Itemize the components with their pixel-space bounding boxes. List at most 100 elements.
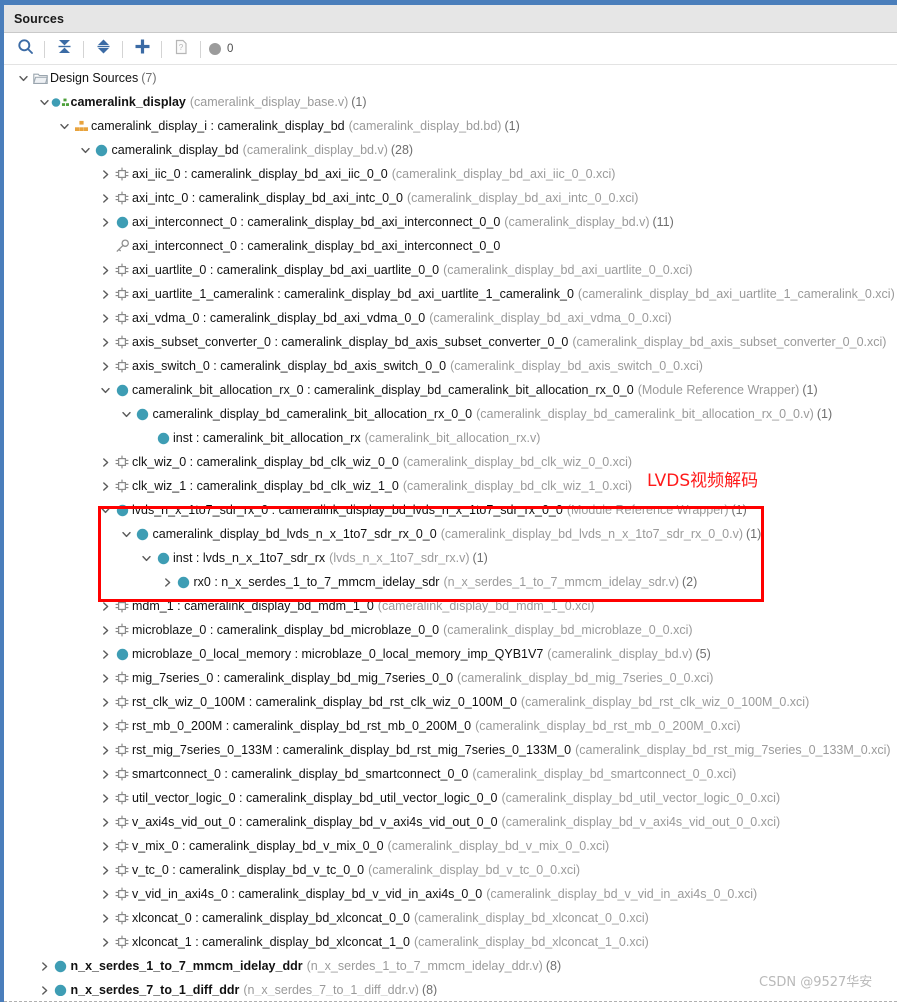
tree-row-name: xlconcat_0 : cameralink_display_bd_xlcon… [132, 911, 410, 925]
ip-core-icon [112, 258, 132, 282]
chevron-right-icon[interactable] [99, 618, 112, 642]
chevron-right-icon[interactable] [38, 978, 51, 996]
tree-row[interactable]: clk_wiz_0 : cameralink_display_bd_clk_wi… [4, 450, 897, 474]
chevron-right-icon[interactable] [99, 258, 112, 282]
tree-row[interactable]: mig_7series_0 : cameralink_display_bd_mi… [4, 666, 897, 690]
tree-row[interactable]: microblaze_0_local_memory : microblaze_0… [4, 642, 897, 666]
tree-row[interactable]: util_vector_logic_0 : cameralink_display… [4, 786, 897, 810]
tree-row-name: inst : cameralink_bit_allocation_rx [173, 431, 361, 445]
tree-row[interactable]: axi_uartlite_0 : cameralink_display_bd_a… [4, 258, 897, 282]
tree-row[interactable]: xlconcat_0 : cameralink_display_bd_xlcon… [4, 906, 897, 930]
chevron-down-icon[interactable] [120, 402, 133, 426]
tree-row-count: (8) [545, 959, 562, 973]
tree-row[interactable]: clk_wiz_1 : cameralink_display_bd_clk_wi… [4, 474, 897, 498]
chevron-right-icon[interactable] [99, 354, 112, 378]
tree-row[interactable]: rst_mig_7series_0_133M : cameralink_disp… [4, 738, 897, 762]
ip-core-icon [112, 282, 132, 306]
tree-row-source-file: (cameralink_display_base.v) [189, 95, 349, 109]
tree-row[interactable]: cameralink_display_i : cameralink_displa… [4, 114, 897, 138]
chevron-right-icon[interactable] [99, 738, 112, 762]
expand-all-button[interactable] [90, 36, 116, 62]
chevron-down-icon[interactable] [99, 498, 112, 522]
tree-row[interactable]: cameralink_display (cameralink_display_ba… [4, 90, 897, 114]
tree-row[interactable]: axi_interconnect_0 : cameralink_display_… [4, 234, 897, 258]
tree-row[interactable]: axi_uartlite_1_cameralink : cameralink_d… [4, 282, 897, 306]
chevron-down-icon[interactable] [120, 522, 133, 546]
tree-row[interactable]: smartconnect_0 : cameralink_display_bd_s… [4, 762, 897, 786]
tree-row-source-file: (lvds_n_x_1to7_sdr_rx.v) [329, 551, 470, 565]
chevron-down-icon[interactable] [99, 378, 112, 402]
chevron-right-icon[interactable] [99, 834, 112, 858]
chevron-right-icon[interactable] [38, 954, 51, 978]
tree-row[interactable]: axi_intc_0 : cameralink_display_bd_axi_i… [4, 186, 897, 210]
chevron-right-icon[interactable] [99, 858, 112, 882]
tree-row[interactable]: v_mix_0 : cameralink_display_bd_v_mix_0_… [4, 834, 897, 858]
tree-row[interactable]: inst : lvds_n_x_1to7_sdr_rx (lvds_n_x_1to… [4, 546, 897, 570]
search-button[interactable] [12, 36, 38, 62]
chevron-down-icon[interactable] [79, 138, 92, 162]
chevron-right-icon[interactable] [99, 882, 112, 906]
ip-core-icon [112, 618, 132, 642]
tree-row[interactable]: axi_vdma_0 : cameralink_display_bd_axi_v… [4, 306, 897, 330]
tree-row[interactable]: axi_iic_0 : cameralink_display_bd_axi_ii… [4, 162, 897, 186]
collapse-all-button[interactable] [51, 36, 77, 62]
tree-row[interactable]: v_axi4s_vid_out_0 : cameralink_display_b… [4, 810, 897, 834]
tree-row-labels: axi_interconnect_0 : cameralink_display_… [132, 210, 674, 234]
tree-row[interactable]: axis_subset_converter_0 : cameralink_dis… [4, 330, 897, 354]
chevron-right-icon[interactable] [99, 330, 112, 354]
chevron-right-icon[interactable] [99, 930, 112, 954]
teal-dot-icon [153, 426, 173, 450]
tree-row[interactable]: cameralink_display_bd (cameralink_display… [4, 138, 897, 162]
tree-row-name: axi_interconnect_0 : cameralink_display_… [132, 239, 501, 253]
chevron-right-icon[interactable] [99, 282, 112, 306]
chevron-right-icon[interactable] [99, 210, 112, 234]
tree-row[interactable]: rst_clk_wiz_0_100M : cameralink_display_… [4, 690, 897, 714]
add-sources-button[interactable] [129, 36, 155, 62]
chevron-right-icon[interactable] [99, 786, 112, 810]
chevron-right-icon[interactable] [99, 690, 112, 714]
tree-row[interactable]: v_tc_0 : cameralink_display_bd_v_tc_0_0(… [4, 858, 897, 882]
report-page-icon: ? [174, 39, 189, 60]
sources-tree[interactable]: Design Sources (7) cameralink_display (came… [4, 66, 897, 996]
chevron-down-icon[interactable] [38, 90, 51, 114]
chevron-down-icon[interactable] [17, 66, 30, 90]
teal-dot-icon [133, 522, 153, 546]
tree-row-source-file: (cameralink_display_bd_xlconcat_1_0.xci) [413, 935, 649, 949]
teal-dot-icon [133, 402, 153, 426]
chevron-right-icon[interactable] [99, 450, 112, 474]
chevron-right-icon[interactable] [161, 570, 174, 594]
chevron-right-icon[interactable] [99, 186, 112, 210]
tree-row-count: (1) [504, 119, 520, 133]
chevron-right-icon[interactable] [99, 306, 112, 330]
tree-row-labels: rst_mb_0_200M : cameralink_display_bd_rs… [132, 714, 741, 738]
chevron-right-icon[interactable] [99, 714, 112, 738]
chevron-right-icon[interactable] [99, 762, 112, 786]
tree-row[interactable]: microblaze_0 : cameralink_display_bd_mic… [4, 618, 897, 642]
tree-row[interactable]: lvds_n_x_1to7_sdr_rx_0 : cameralink_disp… [4, 498, 897, 522]
chevron-right-icon[interactable] [99, 906, 112, 930]
tree-row-source-file: (cameralink_display_bd_v_vid_in_axi4s_0_… [486, 887, 758, 901]
chevron-right-icon[interactable] [99, 642, 112, 666]
chevron-down-icon[interactable] [58, 114, 71, 138]
tree-row-labels: inst : lvds_n_x_1to7_sdr_rx (lvds_n_x_1to… [173, 546, 488, 570]
tree-row[interactable]: rst_mb_0_200M : cameralink_display_bd_rs… [4, 714, 897, 738]
tree-row-name: axi_intc_0 : cameralink_display_bd_axi_i… [132, 191, 404, 205]
chevron-right-icon[interactable] [99, 162, 112, 186]
tree-row[interactable]: axis_switch_0 : cameralink_display_bd_ax… [4, 354, 897, 378]
chevron-right-icon[interactable] [99, 810, 112, 834]
tree-row[interactable]: mdm_1 : cameralink_display_bd_mdm_1_0 (ca… [4, 594, 897, 618]
tree-row[interactable]: inst : cameralink_bit_allocation_rx (came… [4, 426, 897, 450]
tree-row[interactable]: v_vid_in_axi4s_0 : cameralink_display_bd… [4, 882, 897, 906]
tree-row[interactable]: cameralink_display_bd_cameralink_bit_all… [4, 402, 897, 426]
tree-row[interactable]: rx0 : n_x_serdes_1_to_7_mmcm_idelay_sdr(… [4, 570, 897, 594]
tree-row[interactable]: cameralink_bit_allocation_rx_0 : cameral… [4, 378, 897, 402]
tree-row[interactable]: cameralink_display_bd_lvds_n_x_1to7_sdr_… [4, 522, 897, 546]
chevron-right-icon[interactable] [99, 594, 112, 618]
tree-row[interactable]: Design Sources (7) [4, 66, 897, 90]
report-button[interactable]: ? [168, 36, 194, 62]
chevron-right-icon[interactable] [99, 474, 112, 498]
chevron-right-icon[interactable] [99, 666, 112, 690]
chevron-down-icon[interactable] [140, 546, 153, 570]
tree-row[interactable]: axi_interconnect_0 : cameralink_display_… [4, 210, 897, 234]
tree-row[interactable]: xlconcat_1 : cameralink_display_bd_xlcon… [4, 930, 897, 954]
